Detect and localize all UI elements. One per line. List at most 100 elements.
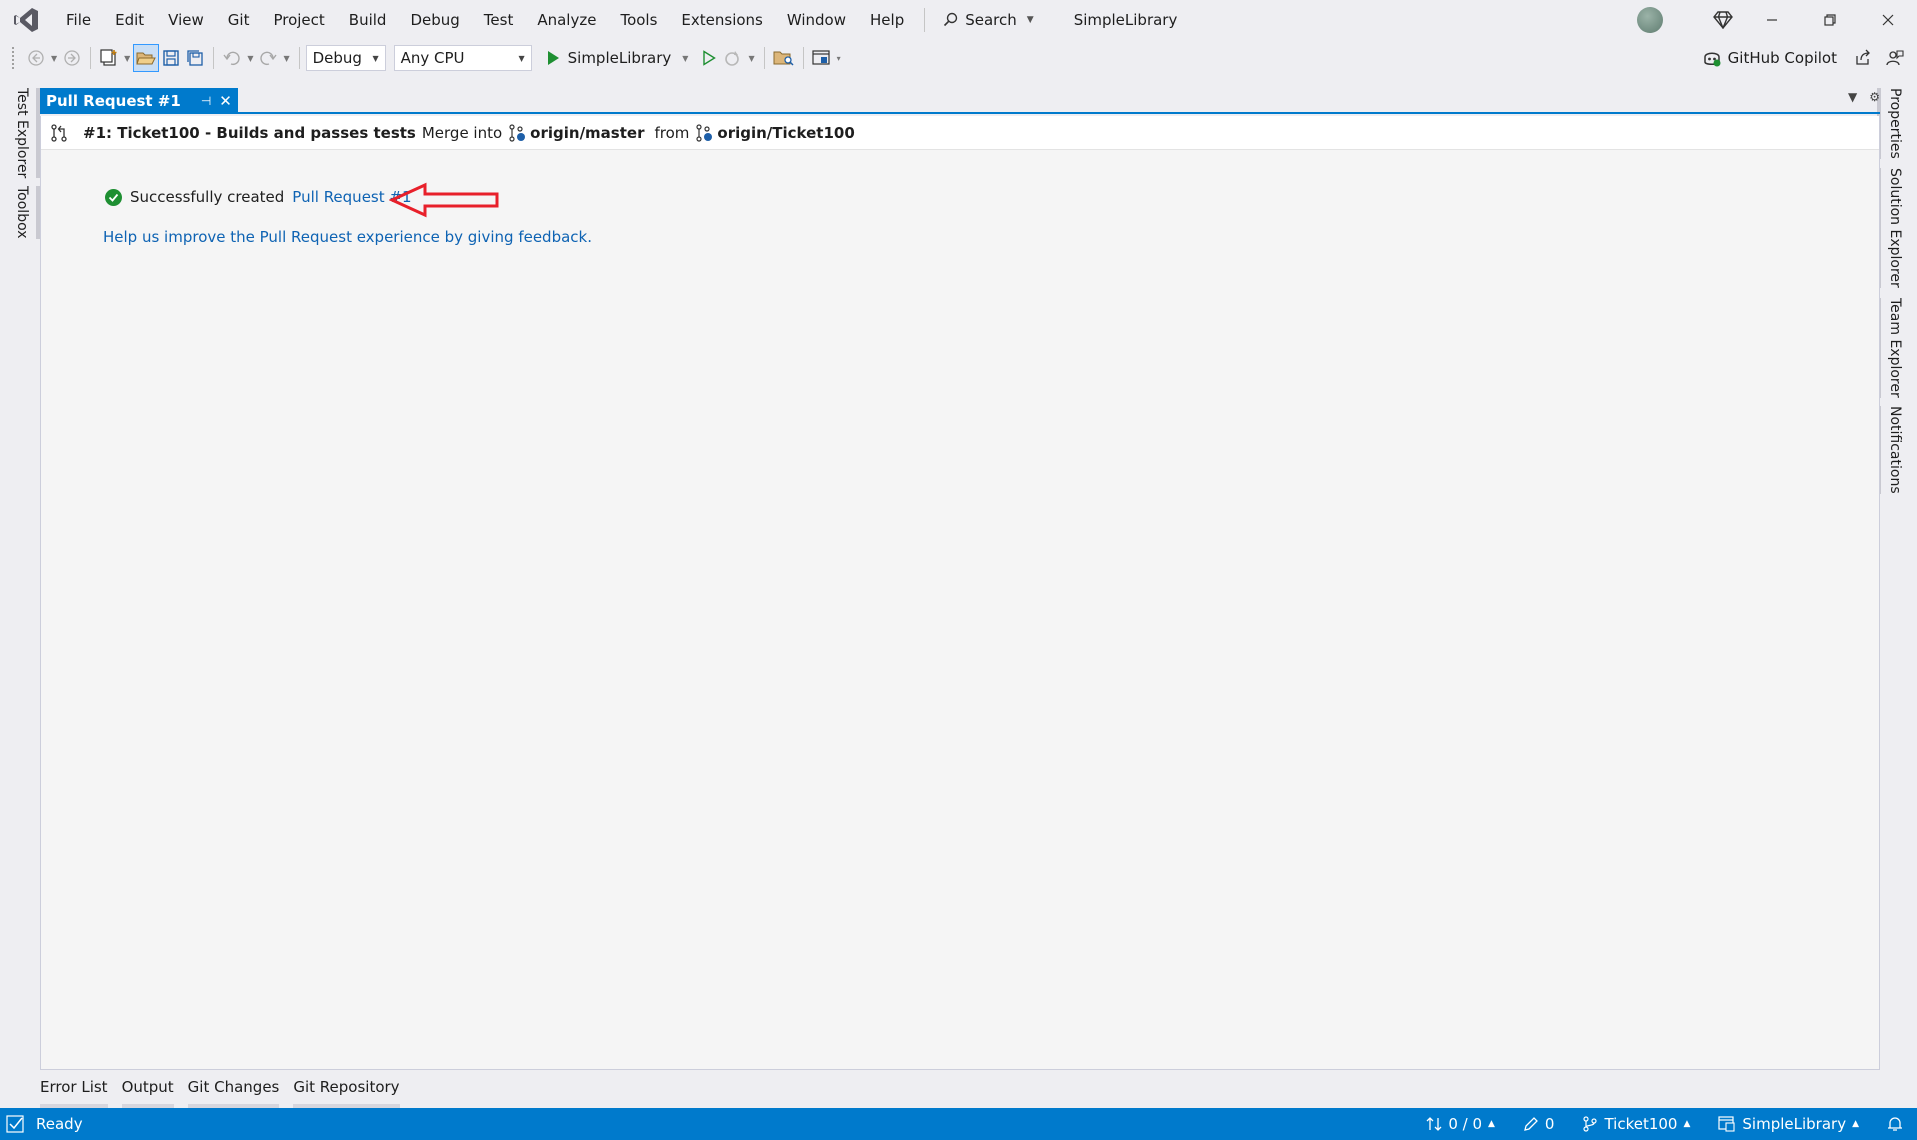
feedback-link[interactable]: Help us improve the Pull Request experie… <box>103 228 592 246</box>
success-message: Successfully created Pull Request #1 <box>105 188 412 206</box>
merge-into-label: Merge into <box>421 123 503 142</box>
sync-status[interactable]: 0 / 0 ▲ <box>1412 1115 1509 1133</box>
menu-window[interactable]: Window <box>775 0 858 40</box>
tab-test-explorer[interactable]: Test Explorer <box>8 88 40 179</box>
menu-extensions[interactable]: Extensions <box>669 0 774 40</box>
window-layout-button[interactable] <box>810 44 834 72</box>
repository-status[interactable]: SimpleLibrary ▲ <box>1704 1115 1873 1133</box>
back-arrow-icon <box>28 50 44 66</box>
share-button[interactable] <box>1847 44 1879 72</box>
toolbar-overflow-icon[interactable]: ▾ <box>837 54 841 63</box>
play-icon <box>547 51 559 65</box>
save-all-button[interactable] <box>183 44 207 72</box>
menu-analyze[interactable]: Analyze <box>525 0 608 40</box>
menu-debug[interactable]: Debug <box>398 0 471 40</box>
premium-diamond-icon[interactable] <box>1703 0 1743 40</box>
right-tool-window-strip: Properties Solution Explorer Team Explor… <box>1877 84 1917 1068</box>
toolbar-separator <box>802 47 804 69</box>
chevron-down-icon[interactable]: ▼ <box>124 54 130 63</box>
target-branch-name: origin/master <box>530 123 645 142</box>
start-debugging-button[interactable]: SimpleLibrary ▼ <box>540 49 698 67</box>
chevron-down-icon[interactable]: ▼ <box>247 54 253 63</box>
chevron-down-icon[interactable]: ▼ <box>682 54 688 63</box>
menu-help[interactable]: Help <box>858 0 916 40</box>
main-menu: File Edit View Git Project Build Debug T… <box>54 0 916 40</box>
pending-edits-count: 0 <box>1544 1115 1555 1133</box>
play-outline-icon <box>703 50 717 66</box>
tab-output[interactable]: Output <box>121 1074 174 1108</box>
pull-request-document: #1: Ticket100 - Builds and passes tests … <box>40 116 1880 1070</box>
menu-file[interactable]: File <box>54 0 103 40</box>
save-icon <box>163 50 180 66</box>
minimize-button[interactable] <box>1743 0 1801 40</box>
status-left: Ready <box>0 1115 83 1133</box>
close-window-button[interactable] <box>1859 0 1917 40</box>
chevron-down-icon[interactable]: ▼ <box>748 54 754 63</box>
tab-notifications[interactable]: Notifications <box>1877 406 1909 494</box>
tab-solution-explorer[interactable]: Solution Explorer <box>1877 168 1909 288</box>
open-file-button[interactable] <box>133 44 160 72</box>
tab-properties[interactable]: Properties <box>1877 88 1909 159</box>
restore-button[interactable] <box>1801 0 1859 40</box>
chevron-down-icon[interactable]: ▼ <box>283 54 289 63</box>
tab-git-repository[interactable]: Git Repository <box>293 1074 400 1108</box>
tab-list-dropdown-icon[interactable]: ▼ <box>1848 90 1857 104</box>
left-tool-window-strip: Test Explorer Toolbox <box>0 84 40 1068</box>
new-project-button[interactable] <box>97 44 121 72</box>
menu-view[interactable]: View <box>156 0 216 40</box>
open-folder-icon <box>136 52 157 65</box>
menu-project[interactable]: Project <box>261 0 336 40</box>
close-icon[interactable]: ✕ <box>219 92 232 110</box>
tab-team-explorer[interactable]: Team Explorer <box>1877 298 1909 398</box>
success-text: Successfully created <box>130 188 285 206</box>
tab-title: Pull Request #1 <box>46 92 181 110</box>
hot-reload-button[interactable] <box>721 44 745 72</box>
solution-platform-select[interactable]: Any CPU ▼ <box>393 45 532 71</box>
pull-request-title: #1: Ticket100 - Builds and passes tests <box>83 123 416 142</box>
tab-toolbox[interactable]: Toolbox <box>8 186 40 239</box>
redo-button[interactable] <box>256 44 280 72</box>
tab-git-changes[interactable]: Git Changes <box>187 1074 280 1108</box>
sync-arrows-icon <box>1426 1117 1442 1131</box>
undo-icon <box>223 51 240 66</box>
from-label: from <box>654 123 690 142</box>
toolbar-grip[interactable] <box>12 47 16 69</box>
solution-configuration-select[interactable]: Debug ▼ <box>305 45 386 71</box>
chevron-up-icon: ▲ <box>1488 1119 1495 1129</box>
open-folder-in-explorer-button[interactable] <box>771 44 797 72</box>
menu-edit[interactable]: Edit <box>103 0 156 40</box>
tab-pull-request[interactable]: Pull Request #1 ⊣ ✕ <box>40 88 238 114</box>
github-copilot-button[interactable]: GitHub Copilot <box>1702 49 1837 67</box>
pin-icon[interactable]: ⊣ <box>201 94 211 108</box>
chevron-down-icon[interactable]: ▼ <box>51 54 57 63</box>
navigate-back-button[interactable] <box>24 44 48 72</box>
menu-build[interactable]: Build <box>337 0 399 40</box>
undo-button[interactable] <box>220 44 244 72</box>
feedback-button[interactable] <box>1879 44 1911 72</box>
target-branch[interactable]: origin/master <box>508 124 644 142</box>
toolbar-separator <box>298 47 300 69</box>
remote-branch-icon <box>509 123 526 142</box>
notifications-button[interactable] <box>1873 1116 1917 1132</box>
save-button[interactable] <box>159 44 183 72</box>
minimize-icon <box>1767 19 1777 21</box>
menu-git[interactable]: Git <box>216 0 262 40</box>
account-avatar[interactable] <box>1637 7 1663 33</box>
menu-tools[interactable]: Tools <box>608 0 669 40</box>
toolbar-separator <box>90 47 92 69</box>
source-branch[interactable]: origin/Ticket100 <box>695 124 855 142</box>
pending-edits-status[interactable]: 0 <box>1509 1115 1569 1133</box>
gear-icon[interactable]: ⚙ <box>1869 90 1880 104</box>
search-button[interactable]: Search ▼ <box>933 11 1043 29</box>
menu-test[interactable]: Test <box>472 0 526 40</box>
chevron-down-icon: ▼ <box>518 53 525 63</box>
platform-value: Any CPU <box>400 49 465 67</box>
hot-reload-flame-icon <box>725 51 740 66</box>
window-layout-icon <box>812 50 830 65</box>
visual-studio-logo-icon[interactable] <box>12 6 40 34</box>
branch-status[interactable]: Ticket100 ▲ <box>1568 1115 1704 1133</box>
tab-error-list[interactable]: Error List <box>40 1074 108 1108</box>
start-without-debugging-button[interactable] <box>697 44 721 72</box>
navigate-forward-button[interactable] <box>60 44 84 72</box>
status-bar: Ready 0 / 0 ▲ 0 Ticket100 ▲ SimpleLibrar… <box>0 1108 1917 1140</box>
